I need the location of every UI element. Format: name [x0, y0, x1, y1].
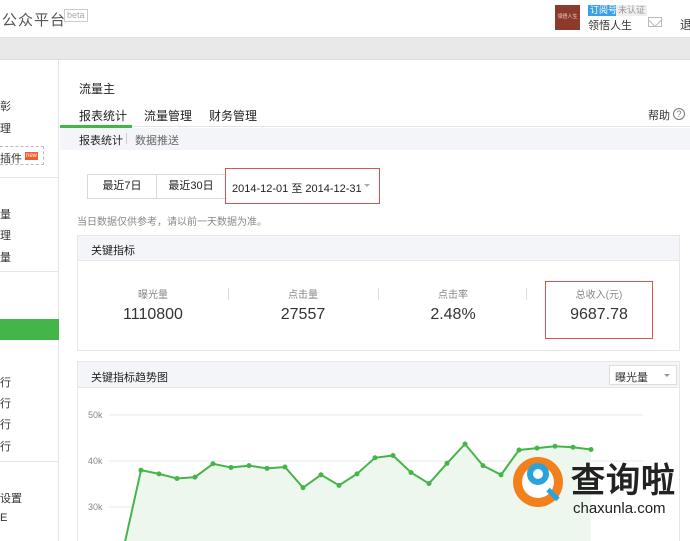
- subtab-divider: [126, 133, 127, 144]
- metric-select-value: 曝光量: [615, 372, 648, 384]
- data-point: [282, 464, 288, 470]
- data-point: [210, 461, 216, 467]
- sidebar-item-active[interactable]: [0, 319, 59, 340]
- data-point: [426, 481, 432, 487]
- trend-title: 关键指标趋势图: [91, 372, 168, 384]
- subscription-badge: 订阅号: [588, 5, 620, 16]
- sidebar-item[interactable]: 设置: [0, 490, 22, 506]
- metric-impressions: 曝光量 1110800: [78, 286, 228, 324]
- sidebar-item[interactable]: 量: [0, 206, 11, 222]
- metric-label: 点击量: [288, 290, 318, 301]
- data-point: [138, 467, 144, 473]
- data-point: [300, 485, 306, 491]
- key-metrics-title: 关键指标: [91, 245, 135, 257]
- account-avatar[interactable]: 领悟人生: [555, 5, 580, 30]
- subtab-data-push[interactable]: 数据推送: [135, 132, 179, 148]
- data-point: [498, 472, 504, 478]
- date-range-picker[interactable]: 2014-12-01 至 2014-12-31: [225, 168, 380, 204]
- magnifier-lens: [527, 463, 549, 485]
- data-point: [156, 471, 162, 477]
- nav-strip: [0, 38, 690, 60]
- sidebar-item[interactable]: 行: [0, 374, 11, 390]
- tab-traffic[interactable]: 流量管理: [144, 107, 192, 124]
- platform-brand[interactable]: 公众平台: [2, 9, 66, 30]
- metric-value: 2.48%: [430, 306, 476, 323]
- watermark-text: 查询啦: [571, 462, 676, 500]
- account-name[interactable]: 领悟人生: [588, 17, 632, 33]
- sidebar-item[interactable]: 行: [0, 416, 11, 432]
- sidebar-item[interactable]: 行: [0, 395, 11, 411]
- sidebar-item[interactable]: 理: [0, 120, 11, 136]
- data-point: [318, 472, 324, 478]
- data-point: [354, 471, 360, 477]
- sidebar-item[interactable]: 量: [0, 249, 11, 265]
- data-point: [174, 475, 180, 481]
- subtab-report[interactable]: 报表统计: [79, 132, 123, 148]
- data-notice: 当日数据仅供参考，请以前一天数据为准。: [77, 217, 267, 228]
- top-header: 公众平台 beta 领悟人生 订阅号 未认证 领悟人生 退: [0, 0, 690, 38]
- data-point: [408, 470, 414, 475]
- logout-link[interactable]: 退: [680, 16, 690, 33]
- metric-clicks: 点击量 27557: [228, 286, 378, 324]
- metric-value: 27557: [280, 306, 326, 323]
- tab-report[interactable]: 报表统计: [79, 107, 127, 124]
- sidebar-item-label: 插件: [0, 153, 22, 165]
- sidebar: 彰 理 插件 new 量 理 量 行 行 行 行 设置 E: [0, 60, 59, 541]
- watermark-url: chaxunla.com: [573, 500, 666, 517]
- tab-bar: 报表统计 流量管理 财务管理 帮助 ?: [60, 103, 690, 128]
- last-7-days-button[interactable]: 最近7日: [87, 174, 157, 199]
- chevron-down-icon: [664, 374, 670, 377]
- avatar-text: 领悟人生: [557, 14, 578, 20]
- data-point: [444, 460, 450, 466]
- page-title: 流量主: [79, 82, 116, 96]
- y-tick-label: 40k: [88, 456, 103, 466]
- watermark-logo: 查询啦 chaxunla.com: [513, 449, 690, 529]
- data-point: [264, 465, 270, 471]
- y-tick-label: 30k: [88, 502, 103, 512]
- metric-select[interactable]: 曝光量: [609, 365, 677, 385]
- sidebar-divider: [0, 177, 58, 178]
- help-link[interactable]: 帮助: [648, 107, 670, 123]
- data-point: [228, 464, 234, 470]
- key-metrics-header: 关键指标: [78, 236, 679, 261]
- sidebar-item[interactable]: 行: [0, 438, 11, 454]
- data-point: [390, 452, 396, 458]
- beta-badge: beta: [64, 9, 88, 22]
- y-tick-label: 50k: [88, 410, 103, 420]
- sidebar-item[interactable]: 理: [0, 227, 11, 243]
- subtab-bar: 报表统计 数据推送: [60, 128, 690, 150]
- data-point: [480, 463, 486, 469]
- sidebar-divider: [0, 271, 58, 272]
- metric-ctr: 点击率 2.48%: [378, 286, 528, 324]
- revenue-highlight-box: [545, 281, 653, 339]
- chevron-down-icon: [364, 184, 370, 187]
- new-badge: new: [25, 152, 39, 160]
- sidebar-item[interactable]: E: [0, 512, 7, 524]
- mail-icon[interactable]: [648, 17, 662, 27]
- data-point: [462, 441, 468, 447]
- help-icon[interactable]: ?: [673, 108, 685, 120]
- tab-finance[interactable]: 财务管理: [209, 107, 257, 124]
- last-30-days-button[interactable]: 最近30日: [156, 174, 226, 199]
- data-point: [372, 455, 378, 461]
- date-range-value: 2014-12-01 至 2014-12-31: [232, 183, 362, 195]
- metric-label: 曝光量: [138, 290, 168, 301]
- data-point: [246, 463, 252, 469]
- metric-value: 1110800: [123, 306, 183, 323]
- data-point: [336, 482, 342, 488]
- trend-header: 关键指标趋势图 曝光量: [78, 362, 679, 388]
- sidebar-item[interactable]: 彰: [0, 98, 11, 114]
- unverified-badge: 未认证: [616, 5, 648, 16]
- metric-label: 点击率: [438, 290, 468, 301]
- data-point: [192, 474, 198, 480]
- key-metrics-panel: 关键指标 曝光量 1110800 点击量 27557 点击率 2.48% 总收入…: [77, 235, 680, 351]
- sidebar-divider: [0, 461, 58, 462]
- sidebar-item-plugin[interactable]: 插件 new: [0, 146, 44, 165]
